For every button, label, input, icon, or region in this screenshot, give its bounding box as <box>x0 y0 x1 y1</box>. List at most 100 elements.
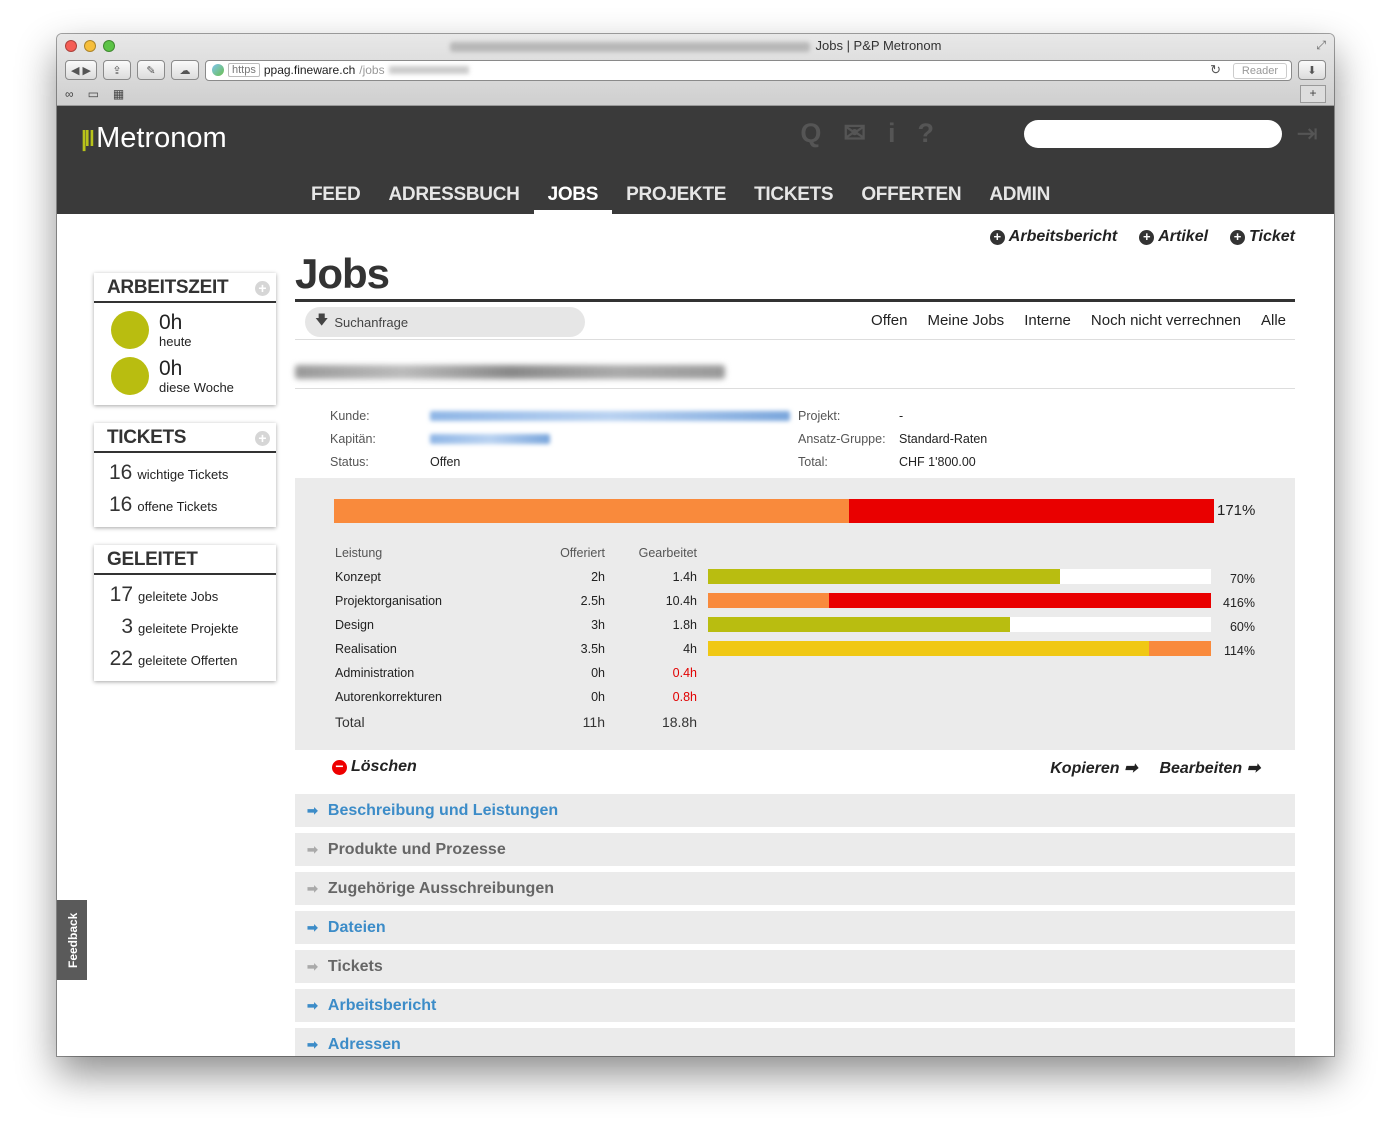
help-icon[interactable]: ? <box>918 118 935 149</box>
add-arbeitszeit-icon[interactable]: + <box>255 280 270 296</box>
leistung-header: Leistung <box>335 546 383 560</box>
kunde-link-redacted[interactable] <box>430 410 790 421</box>
ticket-stat-row[interactable]: 16 wichtige Tickets <box>94 453 276 485</box>
gearbeitet-value: 1.4h <box>672 570 697 584</box>
app-logo[interactable]: |‖ Metronom <box>81 122 227 155</box>
browser-window: Jobs | P&P Metronom ⤢ ◀ ▶ ⇪ ✎ ☁ https pp… <box>57 34 1334 1056</box>
section-toggle[interactable]: ➡ Produkte und Prozesse <box>295 833 1295 866</box>
copy-button[interactable]: Kopieren ➡ <box>1050 758 1137 778</box>
leistung-name: Autorenkorrekturen <box>335 690 443 704</box>
browser-toolbar: ◀ ▶ ⇪ ✎ ☁ https ppag.fineware.ch/jobs ↻ … <box>65 59 1326 81</box>
nav-item-admin[interactable]: ADMIN <box>975 184 1064 214</box>
new-tab-button[interactable]: + <box>1300 85 1326 103</box>
add-ticket-icon[interactable]: + <box>255 430 270 446</box>
section-toggle[interactable]: ➡ Dateien <box>295 911 1295 944</box>
leistung-percent: 60% <box>1229 620 1255 634</box>
job-divider <box>295 388 1295 389</box>
nav-item-jobs[interactable]: JOBS <box>533 184 613 214</box>
back-forward-buttons[interactable]: ◀ ▶ <box>65 60 97 80</box>
logo-text: Metronom <box>96 122 227 154</box>
section-toggle[interactable]: ➡ Tickets <box>295 950 1295 983</box>
total-progress-bar <box>334 499 1214 523</box>
share-icon[interactable]: ⇪ <box>102 60 131 80</box>
status-value: Offen <box>430 454 461 469</box>
leistung-bar <box>708 641 1211 656</box>
reader-button[interactable]: Reader <box>1232 62 1287 79</box>
section-toggle[interactable]: ➡ Zugehörige Ausschreibungen <box>295 872 1295 905</box>
chat-icon[interactable]: ✉ <box>843 118 866 149</box>
geleitet-stat-number: 3 <box>121 615 133 638</box>
wrench-icon[interactable]: ✎ <box>136 60 165 80</box>
gearbeitet-value: 0.4h <box>672 666 697 680</box>
feedback-tab[interactable]: Feedback <box>57 900 87 980</box>
week-status-dot <box>111 357 149 395</box>
total-name: Total <box>335 714 365 730</box>
nav-item-tickets[interactable]: TICKETS <box>740 184 847 214</box>
filter-link[interactable]: Meine Jobs <box>927 312 1004 329</box>
geleitet-stat-label: geleitete Jobs <box>138 589 219 604</box>
edit-button[interactable]: Bearbeiten ➡ <box>1159 758 1260 778</box>
week-value: 0h <box>159 356 183 380</box>
geleitet-stat-row[interactable]: 22 geleitete Offerten <box>94 639 276 671</box>
filter-link[interactable]: Interne <box>1024 312 1071 329</box>
arbeitszeit-title: ARBEITSZEIT <box>107 277 229 298</box>
header-search-input[interactable] <box>1024 120 1282 148</box>
app-header: |‖ Metronom Q ✉ i ? ⇥ FEED ADRESSBUCH JOBS… <box>57 106 1334 214</box>
address-bar[interactable]: https ppag.fineware.ch/jobs ↻ Reader <box>204 59 1292 81</box>
nav-item-feed[interactable]: FEED <box>297 184 374 214</box>
bookmarks-icon[interactable]: ▭ <box>88 87 99 101</box>
total-gearbeitet: 18.8h <box>661 714 697 730</box>
job-name-redacted[interactable] <box>295 365 725 379</box>
fullscreen-icon[interactable]: ⤢ <box>1316 38 1326 53</box>
offeriert-value: 3h <box>591 618 605 632</box>
section-toggle[interactable]: ➡ Arbeitsbericht <box>295 989 1295 1022</box>
kunde-row: Kunde: <box>330 404 790 427</box>
reload-icon[interactable]: ↻ <box>1210 62 1221 78</box>
leistung-bar <box>708 617 1211 632</box>
leistung-row: Projektorganisation 2.5h 10.4h 416% <box>335 590 1255 614</box>
offeriert-value: 3.5h <box>580 642 605 656</box>
new-ticket-button[interactable]: + Ticket <box>1230 228 1295 246</box>
metronome-logo-icon: |‖ <box>81 125 95 151</box>
arbeitszeit-header: ARBEITSZEIT + <box>94 273 276 303</box>
geleitet-stat-row[interactable]: 3 geleitete Projekte <box>94 607 276 639</box>
delete-button[interactable]: − Löschen <box>332 758 417 776</box>
section-toggle[interactable]: ➡ Beschreibung und Leistungen <box>295 794 1295 827</box>
cloud-icon[interactable]: ☁ <box>170 60 199 80</box>
sidebar: ARBEITSZEIT + 0h heute 0h diese Woche TI… <box>94 273 276 699</box>
week-label: diese Woche <box>159 379 234 395</box>
new-artikel-button[interactable]: + Artikel <box>1139 228 1208 246</box>
quick-search-icon[interactable]: Q <box>800 118 821 149</box>
logout-icon[interactable]: ⇥ <box>1296 118 1318 149</box>
bar-segment <box>708 593 829 608</box>
downloads-icon[interactable]: ⬇ <box>1298 60 1326 80</box>
nav-item-offerten[interactable]: OFFERTEN <box>847 184 975 214</box>
section-label: Produkte und Prozesse <box>327 840 506 858</box>
geleitet-header: GELEITET <box>94 545 276 575</box>
nav-item-adressbuch[interactable]: ADRESSBUCH <box>374 184 533 214</box>
top-sites-icon[interactable]: ▦ <box>113 87 124 101</box>
arrow-right-icon: ➡ <box>307 802 318 818</box>
reading-list-icon[interactable]: ∞ <box>65 87 74 101</box>
bar-segment <box>829 593 1211 608</box>
nav-item-projekte[interactable]: PROJEKTE <box>612 184 740 214</box>
filter-links: Offen Meine Jobs Interne Noch nicht verrech… <box>871 312 1286 329</box>
kapitaen-link-redacted[interactable] <box>430 433 550 444</box>
filter-link[interactable]: Offen <box>871 312 907 329</box>
ansatz-label: Ansatz-Gruppe: <box>798 431 886 446</box>
filter-link[interactable]: Noch nicht verrechnen <box>1091 312 1241 329</box>
ticket-stat-number: 16 <box>109 493 133 516</box>
geleitet-stat-row[interactable]: 17 geleitete Jobs <box>94 575 276 607</box>
arrow-right-icon: ➡ <box>307 1036 318 1052</box>
search-query-label: Suchanfrage <box>334 314 409 330</box>
info-icon[interactable]: i <box>888 118 896 149</box>
plus-icon: + <box>1230 229 1246 245</box>
ticket-stat-row[interactable]: 16 offene Tickets <box>94 485 276 517</box>
leistung-percent: 114% <box>1223 644 1255 658</box>
section-toggle[interactable]: ➡ Adressen <box>295 1028 1295 1056</box>
new-arbeitsbericht-button[interactable]: + Arbeitsbericht <box>989 228 1117 246</box>
edit-label: Bearbeiten <box>1159 760 1243 777</box>
search-query-toggle[interactable]: 🡇 Suchanfrage <box>305 307 585 337</box>
filter-link[interactable]: Alle <box>1261 312 1286 329</box>
geleitet-stat-label: geleitete Offerten <box>138 653 238 668</box>
